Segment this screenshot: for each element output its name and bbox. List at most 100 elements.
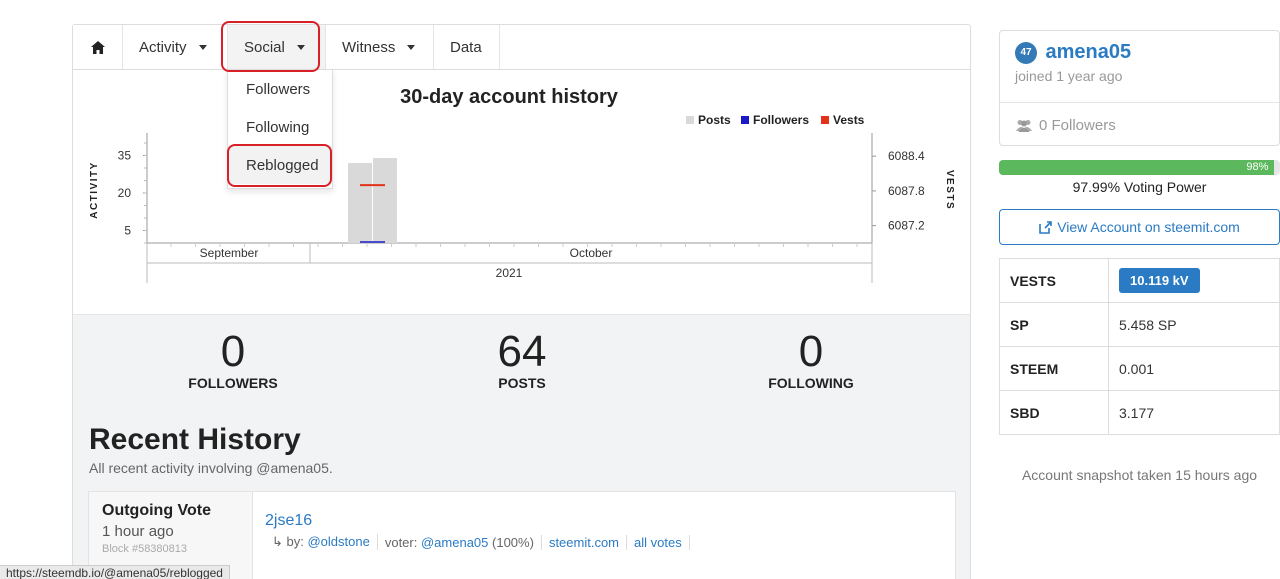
balance-value: 0.001 xyxy=(1108,346,1280,391)
y-tick-label: 20 xyxy=(118,186,132,200)
balance-row-sp: SP 5.458 SP xyxy=(999,302,1280,347)
vests-badge[interactable]: 10.119 kV xyxy=(1119,268,1200,293)
voting-power-bar: 98% xyxy=(999,160,1280,175)
profile-username[interactable]: amena05 xyxy=(1045,41,1131,64)
tab-bar: Activity Social Witness Data xyxy=(73,25,970,70)
by-prefix: ↳ by: xyxy=(272,534,304,549)
vote-weight: (100%) xyxy=(492,534,534,550)
balance-value: 5.458 SP xyxy=(1108,302,1280,347)
view-account-button[interactable]: View Account on steemit.com xyxy=(999,209,1280,245)
stat-following-value: 0 xyxy=(798,327,824,376)
users-icon xyxy=(1016,120,1032,132)
chart-title: 30-day account history xyxy=(400,86,619,108)
history-item-type: Outgoing Vote xyxy=(102,502,212,519)
site-link-wrap: steemit.com xyxy=(542,534,628,550)
x-year-label: 2021 xyxy=(496,266,523,280)
history-item-body: 2jse16 ↳ by: @oldstone voter: @amena05 (… xyxy=(265,512,690,550)
caret-down-icon xyxy=(407,44,416,50)
y-ticks: 35 20 5 xyxy=(118,142,147,244)
y-tick-label: 35 xyxy=(118,149,132,163)
all-votes-link[interactable]: all votes xyxy=(634,535,682,550)
y2-tick-label: 6088.4 xyxy=(888,149,925,163)
profile-card: 47 amena05 joined 1 year ago 0 Followers xyxy=(999,30,1280,146)
x-month-october: October xyxy=(570,246,613,260)
voting-power-text: 97.99% Voting Power xyxy=(1072,179,1207,195)
voter-link[interactable]: @amena05 xyxy=(421,535,488,550)
external-link-icon xyxy=(1039,220,1052,234)
chart-svg: 30-day account history Posts Followers V… xyxy=(89,86,955,283)
balance-key: VESTS xyxy=(999,258,1109,303)
account-history-chart: 30-day account history Posts Followers V… xyxy=(73,70,970,315)
profile-followers-label: 0 Followers xyxy=(1039,117,1116,134)
tab-activity-label: Activity xyxy=(139,38,187,56)
balance-key: SBD xyxy=(999,390,1109,435)
stat-posts-label: POSTS xyxy=(498,375,546,391)
view-account-label: View Account on steemit.com xyxy=(1057,219,1240,235)
summary-area: 0 FOLLOWERS 64 POSTS 0 FOLLOWING Recent … xyxy=(73,315,970,579)
legend-swatch-vests xyxy=(821,116,829,124)
stat-followers[interactable]: 0 FOLLOWERS xyxy=(153,327,313,392)
stat-following-label: FOLLOWING xyxy=(768,375,854,391)
caret-down-icon xyxy=(198,44,207,50)
y-axis-label: ACTIVITY xyxy=(89,161,100,219)
voter-info: voter: @amena05 (100%) xyxy=(378,534,542,550)
home-icon xyxy=(90,40,105,54)
x-minor-ticks xyxy=(170,243,858,247)
profile-followers[interactable]: 0 Followers xyxy=(1000,103,1279,148)
profile-header: 47 amena05 joined 1 year ago xyxy=(1000,31,1279,103)
menu-item-following[interactable]: Following xyxy=(228,108,332,146)
stat-followers-value: 0 xyxy=(220,327,246,376)
tab-social[interactable]: Social xyxy=(228,25,326,69)
caret-down-icon xyxy=(296,44,305,50)
recent-history-subtitle: All recent activity involving @amena05. xyxy=(89,460,333,476)
legend-swatch-posts xyxy=(686,116,694,124)
balance-key: STEEM xyxy=(999,346,1109,391)
recent-history-title: Recent History xyxy=(89,423,301,456)
main-panel: Activity Social Witness Data 30-day acco… xyxy=(72,24,971,579)
voter-prefix: voter: xyxy=(384,534,418,550)
balance-value: 3.177 xyxy=(1108,390,1280,435)
balance-row-steem: STEEM 0.001 xyxy=(999,346,1280,391)
balance-value-cell: 10.119 kV xyxy=(1108,258,1280,303)
y-tick-label: 5 xyxy=(124,224,131,238)
y2-tick-label: 6087.2 xyxy=(888,219,925,233)
tab-witness[interactable]: Witness xyxy=(326,25,434,69)
author-link[interactable]: @oldstone xyxy=(307,534,369,549)
tab-home[interactable] xyxy=(73,25,123,69)
tab-data-label: Data xyxy=(450,38,482,56)
history-item-details: ↳ by: @oldstone voter: @amena05 (100%) s… xyxy=(265,534,690,550)
balance-row-sbd: SBD 3.177 xyxy=(999,390,1280,435)
menu-item-reblogged[interactable]: Reblogged xyxy=(228,146,332,184)
social-dropdown-menu: Followers Following Reblogged xyxy=(227,69,333,189)
y2-tick-label: 6087.8 xyxy=(888,184,925,198)
voting-power-fill: 98% xyxy=(999,160,1275,175)
profile-joined: joined 1 year ago xyxy=(1015,68,1123,84)
stat-posts[interactable]: 64 POSTS xyxy=(442,327,602,392)
history-item-link[interactable]: 2jse16 xyxy=(265,512,690,530)
stat-followers-label: FOLLOWERS xyxy=(188,375,278,391)
all-votes-wrap: all votes xyxy=(627,534,690,550)
legend-vests: Vests xyxy=(833,113,865,127)
legend-swatch-followers xyxy=(741,116,749,124)
tab-data[interactable]: Data xyxy=(434,25,500,69)
stat-posts-value: 64 xyxy=(497,327,547,376)
tab-activity[interactable]: Activity xyxy=(123,25,228,69)
balance-key: SP xyxy=(999,302,1109,347)
snapshot-text: Account snapshot taken 15 hours ago xyxy=(1021,467,1258,483)
history-item-block[interactable]: Block #58380813 xyxy=(102,543,239,555)
history-item-time: 1 hour ago xyxy=(102,523,174,540)
posts-bar xyxy=(373,158,397,243)
stat-following[interactable]: 0 FOLLOWING xyxy=(731,327,891,392)
balance-row-vests: VESTS 10.119 kV xyxy=(999,258,1280,303)
y2-axis-label: VESTS xyxy=(944,170,955,210)
tab-witness-label: Witness xyxy=(342,38,396,56)
y2-ticks: 6088.4 6087.8 6087.2 xyxy=(872,149,925,233)
status-bar-url: https://steemdb.io/@amena05/reblogged xyxy=(0,565,230,579)
tab-social-label: Social xyxy=(244,38,285,56)
reputation-badge: 47 xyxy=(1015,41,1037,64)
menu-item-followers[interactable]: Followers xyxy=(228,70,332,108)
site-link[interactable]: steemit.com xyxy=(549,535,619,550)
by-author: ↳ by: @oldstone xyxy=(265,534,378,550)
legend-posts: Posts xyxy=(698,113,731,127)
voting-power-badge: 98% xyxy=(1246,161,1269,173)
